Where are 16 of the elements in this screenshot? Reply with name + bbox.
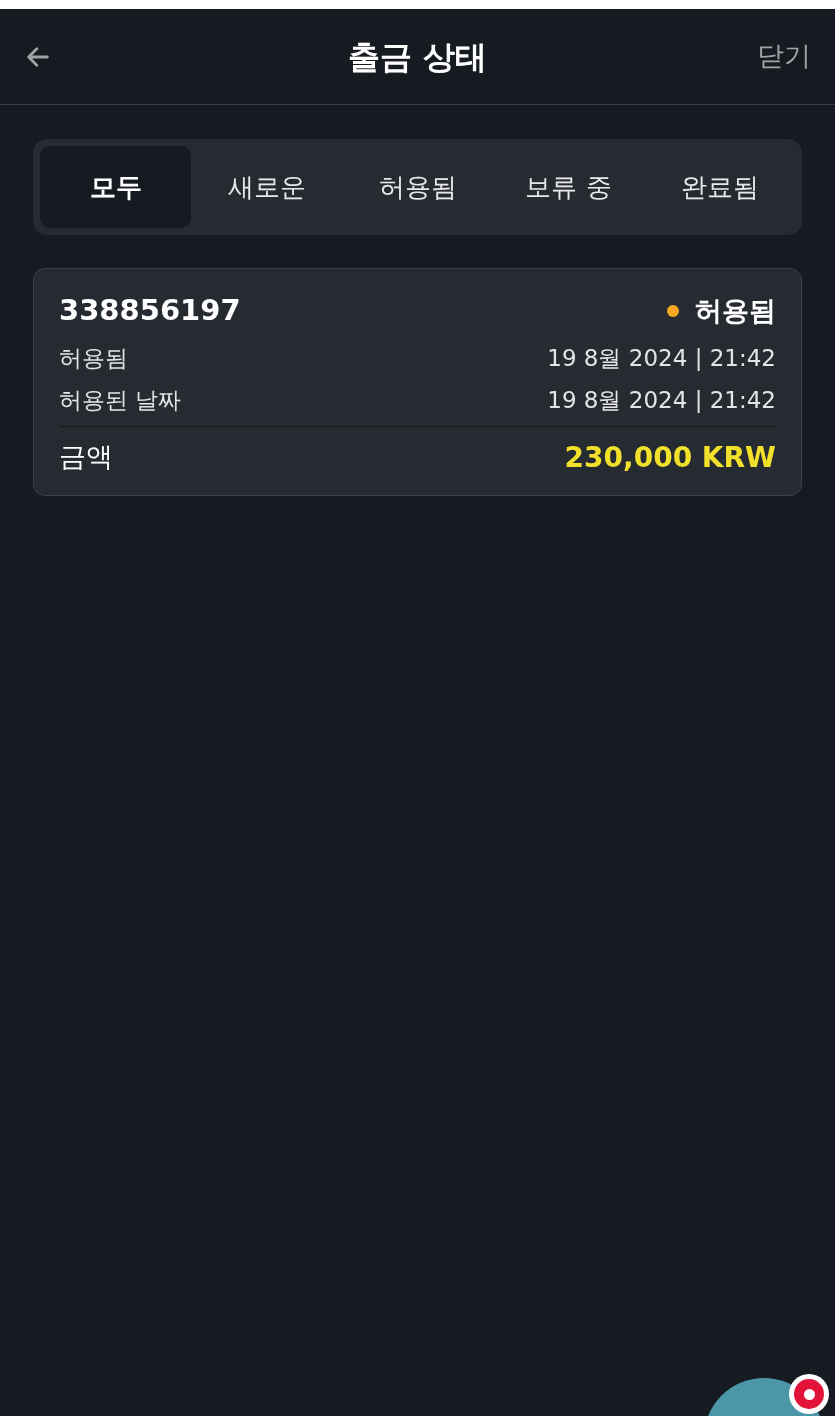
filter-tab[interactable]: 완료됨 xyxy=(644,146,795,228)
close-button[interactable]: 닫기 xyxy=(757,36,811,77)
notification-badge xyxy=(789,1374,829,1414)
filter-tab[interactable]: 보류 중 xyxy=(493,146,644,228)
page-title: 출금 상태 xyxy=(347,36,488,78)
filter-tab[interactable]: 모두 xyxy=(40,146,191,228)
status-label: 허용됨 xyxy=(695,293,776,328)
row-label: 허용된 날짜 xyxy=(59,386,182,415)
withdrawal-id: 338856197 xyxy=(59,292,241,329)
amount-label: 금액 xyxy=(59,440,113,475)
row-value: 19 8월 2024 | 21:42 xyxy=(547,343,776,373)
filter-tab[interactable]: 허용됨 xyxy=(342,146,493,228)
row-label: 허용됨 xyxy=(59,343,128,373)
amount-value: 230,000 KRW xyxy=(564,439,776,476)
row-value: 19 8월 2024 | 21:42 xyxy=(547,386,776,415)
filter-tab[interactable]: 새로운 xyxy=(191,146,342,228)
